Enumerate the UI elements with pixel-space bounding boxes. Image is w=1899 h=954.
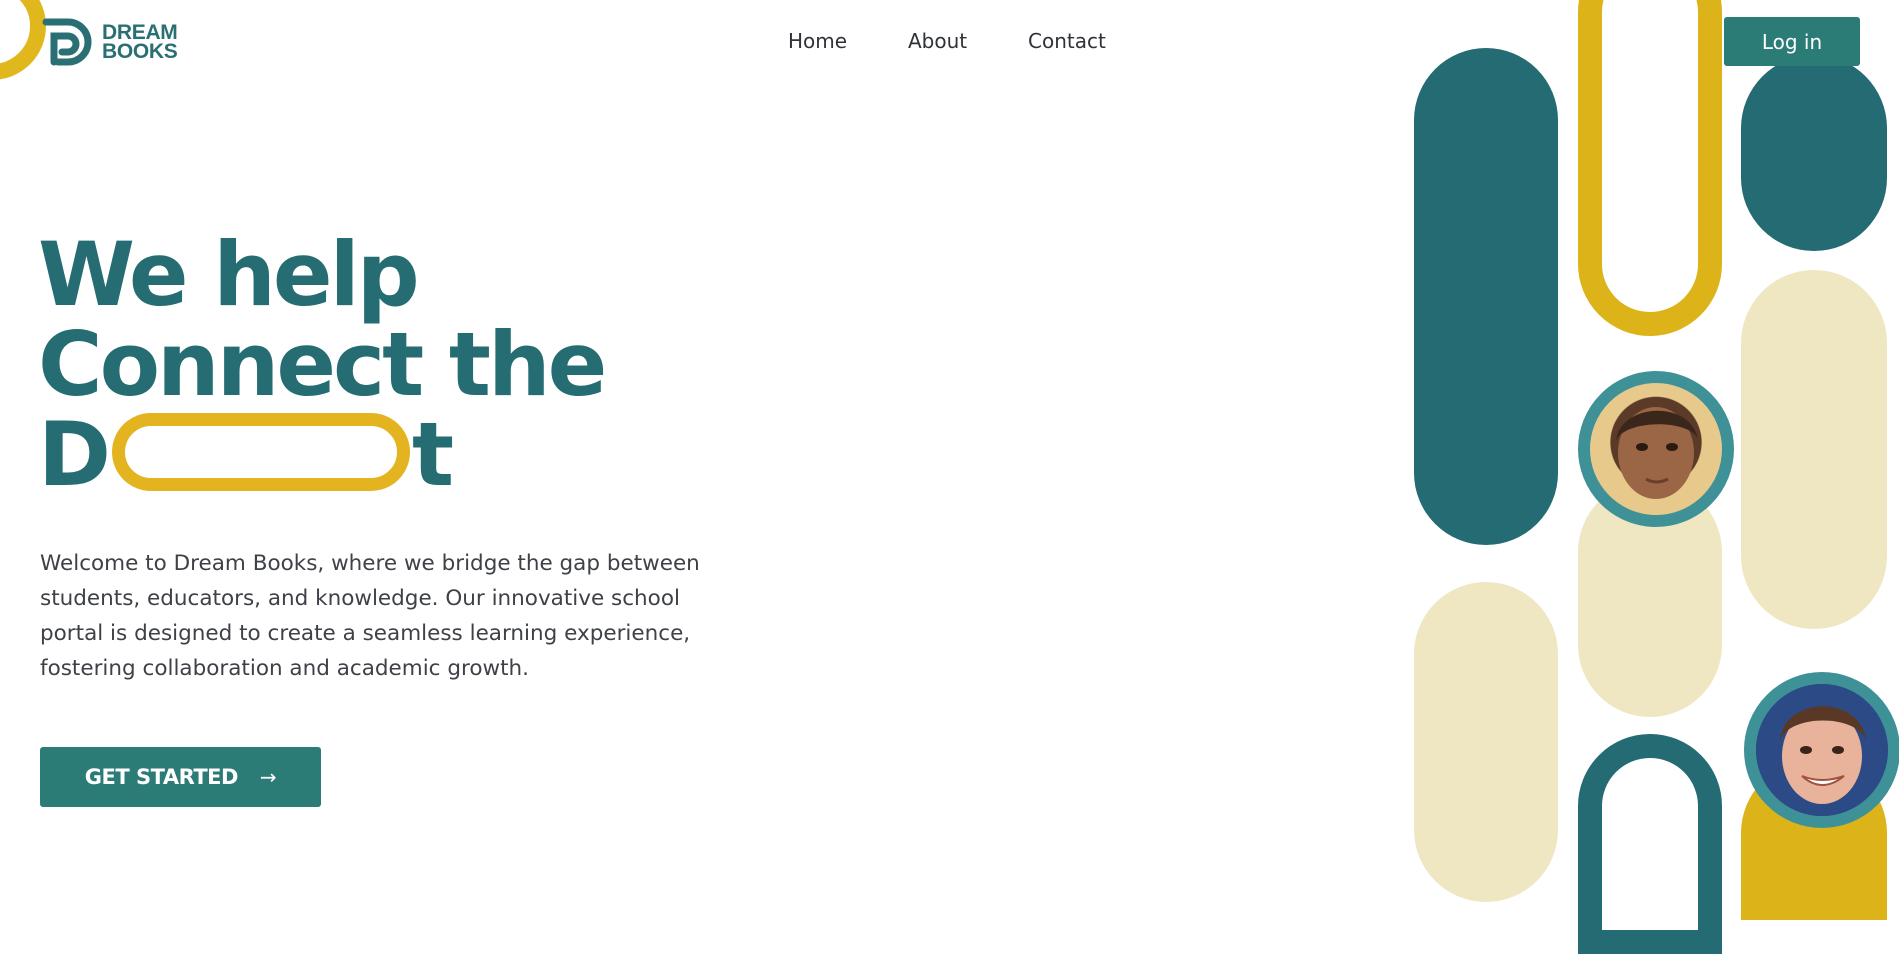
hero-description: Welcome to Dream Books, where we bridge … — [40, 551, 700, 681]
girl-face-icon — [1616, 407, 1698, 499]
decor-pill-teal-tall — [1414, 48, 1558, 545]
hero-headline-line3: Dt — [38, 410, 604, 500]
brand-name: DREAM BOOKS — [102, 22, 178, 63]
decor-arch-teal-outline — [1578, 734, 1722, 954]
student-avatar-girl — [1578, 371, 1734, 527]
nav-item-home[interactable]: Home — [788, 29, 847, 53]
decor-pill-mustard-outline — [1578, 0, 1722, 336]
decor-pill-cream-right — [1741, 270, 1887, 629]
dream-books-logo-icon — [42, 18, 92, 66]
get-started-button[interactable]: GET STARTED → — [40, 747, 321, 807]
hero-headline-letter-d: D — [38, 403, 111, 506]
get-started-label: GET STARTED — [84, 765, 239, 789]
brand-logo[interactable]: DREAM BOOKS — [40, 16, 178, 68]
hero-headline-letter-t: t — [412, 403, 454, 506]
decor-pill-teal-right — [1741, 55, 1887, 251]
decorative-pill-icon — [112, 413, 411, 491]
hero-headline-line1: We help — [38, 223, 420, 326]
nav-item-about[interactable]: About — [908, 29, 967, 53]
hero-headline-line2: Connect the — [38, 313, 607, 416]
arrow-right-icon: → — [259, 765, 277, 789]
login-button[interactable]: Log in — [1724, 17, 1860, 66]
hero-headline: We help Connect the Dt — [38, 223, 607, 500]
decor-pill-cream-bottom-left — [1414, 582, 1558, 902]
nav-item-contact[interactable]: Contact — [1028, 29, 1106, 53]
student-avatar-boy — [1744, 672, 1899, 828]
boy-face-icon — [1756, 684, 1888, 816]
brand-name-line2: BOOKS — [102, 40, 178, 63]
